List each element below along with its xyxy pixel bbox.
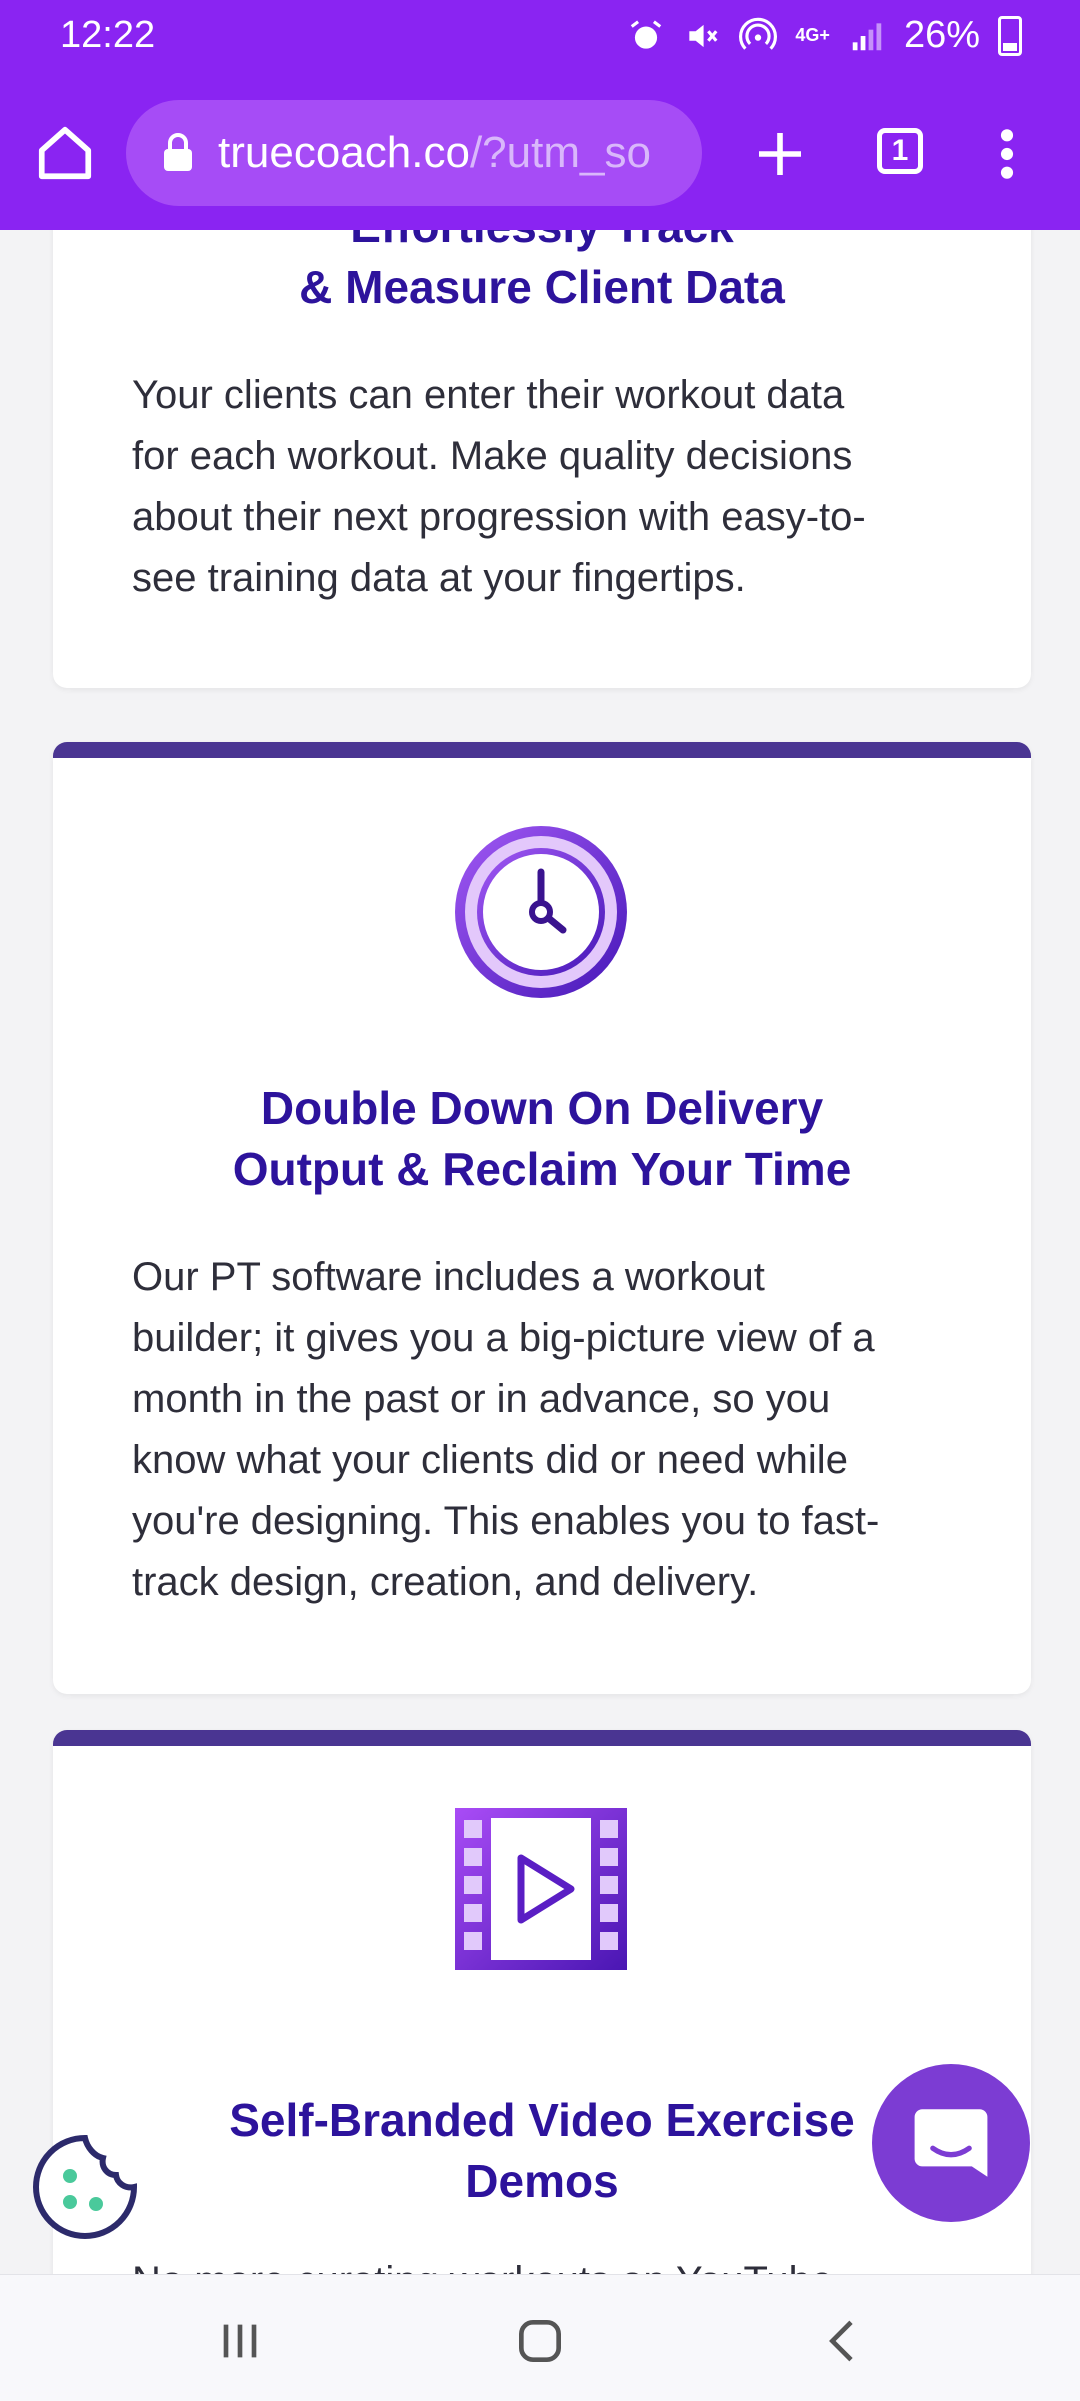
cookie-icon[interactable] [30, 2132, 140, 2242]
url-host: truecoach.co [218, 128, 470, 177]
card-text-line: about their next progression with easy-t… [132, 495, 866, 539]
network-type: 4G+ [795, 25, 830, 45]
feature-card-video-demos: Self-Branded Video Exercise Demos No mor… [53, 1730, 1031, 2306]
card-text-line: know what your clients did or need while [132, 1438, 848, 1482]
clock-icon [455, 826, 627, 998]
card-text-line: see training data at your fingertips. [132, 556, 746, 600]
card-text-line: track design, creation, and delivery. [132, 1560, 759, 1604]
new-tab-icon[interactable] [752, 126, 808, 182]
video-play-icon [455, 1808, 627, 1970]
alarm-icon [631, 19, 662, 49]
system-navigation-bar [0, 2274, 1080, 2401]
card-title-line: & Measure Client Data [299, 261, 785, 313]
hotspot-icon [739, 17, 778, 50]
mute-icon [689, 24, 718, 47]
card-description: Our PT software includes a workout build… [132, 1247, 992, 1613]
address-bar[interactable]: truecoach.co/?utm_so [126, 100, 702, 206]
battery-percent: 26% [903, 14, 980, 56]
back-icon[interactable] [816, 2313, 872, 2369]
url-path: /?utm_so [469, 128, 651, 177]
card-title: Double Down On Delivery Output & Reclaim… [53, 1078, 1031, 1200]
card-text-line: month in the past or in advance, so you [132, 1377, 831, 1421]
card-description: Your clients can enter their workout dat… [132, 365, 992, 609]
home-nav-icon[interactable] [512, 2313, 568, 2369]
tab-count: 1 [891, 134, 909, 167]
chat-icon [914, 2109, 988, 2177]
card-text-line: builder; it gives you a big-picture view… [132, 1316, 875, 1360]
tab-switcher-button[interactable]: 1 [877, 128, 923, 174]
signal-icon [852, 22, 882, 50]
url-text[interactable]: truecoach.co/?utm_so [218, 128, 688, 178]
card-text-line: for each workout. Make quality decisions [132, 434, 853, 478]
card-text-line: you're designing. This enables you to fa… [132, 1499, 880, 1543]
card-title-line: Double Down On Delivery [260, 1082, 824, 1134]
card-text-line: Our PT software includes a workout [132, 1255, 765, 1299]
recent-apps-icon[interactable] [212, 2313, 268, 2369]
card-title-line: Output & Reclaim Your Time [232, 1143, 852, 1195]
status-icons: 4G+ 26% [627, 14, 1022, 57]
status-time: 12:22 [60, 14, 156, 56]
browser-toolbar: 12:22 4G+ 26% truecoach.co/?utm_so 1 [0, 0, 1080, 230]
more-menu-icon[interactable] [995, 126, 1019, 182]
card-text-line: Your clients can enter their workout dat… [132, 373, 845, 417]
feature-card-delivery: Double Down On Delivery Output & Reclaim… [53, 742, 1031, 1694]
home-icon[interactable] [34, 122, 96, 184]
battery-icon [998, 15, 1022, 56]
lock-icon [164, 133, 192, 171]
chat-launcher-button[interactable] [872, 2064, 1030, 2222]
